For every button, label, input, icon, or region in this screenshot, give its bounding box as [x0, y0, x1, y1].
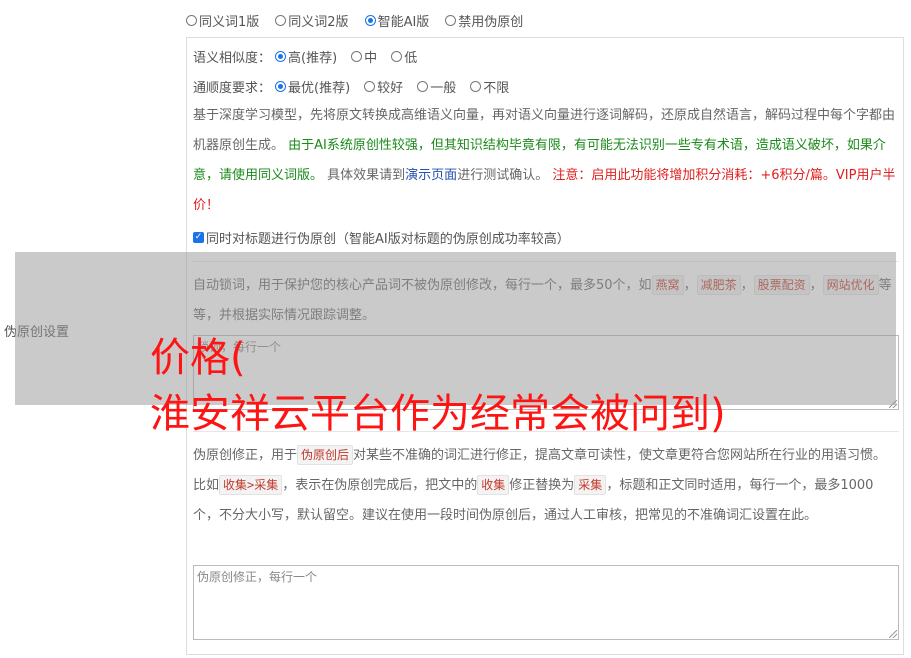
overlay-headline: 价格( 淮安祥云平台作为经常会被问到) — [150, 335, 726, 437]
fluency-option-normal[interactable]: 一般 — [417, 77, 456, 96]
mode-option-synonym2[interactable]: 同义词2版 — [275, 11, 349, 30]
radio-icon[interactable] — [364, 80, 376, 92]
mode-option-ai[interactable]: 智能AI版 — [364, 11, 429, 30]
radio-icon[interactable] — [351, 50, 363, 62]
resize-handle-icon[interactable] — [889, 630, 897, 638]
radio-icon[interactable] — [391, 50, 403, 62]
correction-input[interactable]: 伪原创修正，每行一个 — [193, 565, 899, 640]
correction-description: 伪原创修正，用于 伪原创后 对某些不准确的词汇进行修正，提高文章可读性，使文章更符合… — [193, 441, 899, 531]
similarity-option-low[interactable]: 低 — [391, 47, 417, 66]
checkbox-checked-icon[interactable]: ✓ — [193, 232, 204, 243]
ai-description: 基于深度学习模型，先将原文转换成高维语义向量，再对语义向量进行逐词解码，还原成自… — [193, 108, 896, 213]
fluency-option-unlimited[interactable]: 不限 — [470, 77, 509, 96]
radio-selected-icon[interactable] — [364, 14, 376, 26]
fluency-row: 通顺度要求： 最优(推荐) 较好 一般 不限 — [193, 76, 523, 96]
similarity-option-medium[interactable]: 中 — [351, 47, 377, 66]
similarity-row: 语义相似度： 高(推荐) 中 低 — [193, 46, 431, 66]
title-rewrite-checkbox-row[interactable]: ✓ 同时对标题进行伪原创（智能AI版对标题的伪原创成功率较高） — [193, 228, 570, 247]
demo-page-link[interactable]: 演示页面 — [405, 168, 457, 183]
fluency-option-best[interactable]: 最优(推荐) — [275, 77, 350, 96]
similarity-option-high[interactable]: 高(推荐) — [275, 47, 337, 66]
radio-icon[interactable] — [186, 14, 197, 26]
radio-icon[interactable] — [417, 80, 429, 92]
radio-selected-icon[interactable] — [275, 50, 287, 62]
radio-icon[interactable] — [470, 80, 482, 92]
fluency-label: 通顺度要求： — [193, 80, 272, 96]
radio-icon[interactable] — [275, 14, 287, 26]
radio-selected-icon[interactable] — [275, 80, 287, 92]
mode-selector: 同义词1版 同义词2版 智能AI版 禁用伪原创 — [186, 10, 539, 30]
example-tag: 收集>采集 — [219, 475, 283, 495]
example-tag: 伪原创后 — [297, 445, 354, 465]
example-tag: 采集 — [574, 475, 607, 495]
fluency-option-good[interactable]: 较好 — [364, 77, 403, 96]
similarity-label: 语义相似度： — [193, 50, 272, 66]
mode-option-disable[interactable]: 禁用伪原创 — [445, 11, 523, 30]
mode-option-synonym1[interactable]: 同义词1版 — [186, 11, 259, 30]
example-tag: 收集 — [477, 475, 510, 495]
radio-icon[interactable] — [445, 14, 457, 26]
